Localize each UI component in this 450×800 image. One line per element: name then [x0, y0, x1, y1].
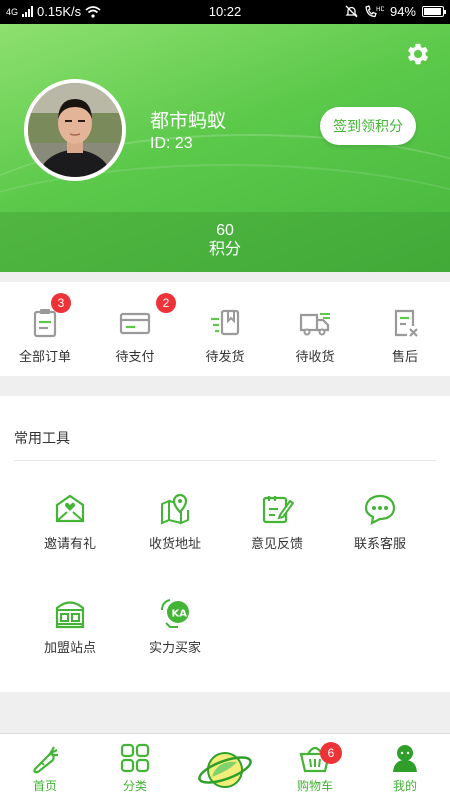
- hd-call-icon: HD: [365, 5, 384, 18]
- tool-address-label: 收货地址: [148, 536, 201, 551]
- truck-icon: [299, 313, 330, 336]
- feedback-icon: [262, 496, 294, 524]
- tab-mine[interactable]: 我的: [360, 734, 450, 800]
- tool-address[interactable]: 收货地址: [125, 492, 225, 552]
- points-panel[interactable]: 60 积分: [0, 212, 450, 272]
- order-to-ship[interactable]: 待发货: [180, 282, 270, 376]
- battery-percent: 94%: [389, 4, 416, 19]
- avatar[interactable]: [24, 79, 126, 181]
- divider: [14, 460, 436, 461]
- gift-envelope-icon: [55, 494, 85, 523]
- order-to-receive[interactable]: 待收货: [270, 282, 360, 376]
- planet-icon: [198, 752, 252, 788]
- tab-mine-label: 我的: [392, 779, 417, 793]
- tool-join-station-label: 加盟站点: [43, 640, 96, 655]
- status-bar: 4G 0.15K/s 10:22 HD 94%: [0, 0, 450, 24]
- common-tools-panel: 常用工具 邀请有礼 收货地址 意见反馈 联系客服 加盟站点 KA 实力买家: [0, 396, 450, 692]
- avatar-photo: [28, 83, 122, 177]
- tab-discover[interactable]: [180, 734, 270, 800]
- order-all-label: 全部订单: [18, 349, 71, 364]
- order-unpaid[interactable]: 待支付 2: [90, 282, 180, 376]
- return-icon: [394, 309, 418, 337]
- tools-title: 常用工具: [14, 430, 70, 446]
- tool-customer-service[interactable]: 联系客服: [330, 492, 430, 552]
- svg-text:HD: HD: [376, 6, 384, 13]
- user-id: ID: 23: [150, 135, 193, 152]
- settings-gear-icon[interactable]: [404, 40, 432, 68]
- points-value: 60: [216, 222, 234, 239]
- card-icon: [119, 312, 151, 335]
- profile-header: 都市蚂蚁 ID: 23 签到领积分 60 积分: [0, 24, 450, 272]
- sign-in-points-button[interactable]: 签到领积分: [320, 107, 416, 145]
- store-icon: [55, 601, 85, 629]
- svg-text:KA: KA: [172, 609, 188, 620]
- tool-invite[interactable]: 邀请有礼: [20, 492, 120, 552]
- order-all-badge: 3: [51, 293, 71, 313]
- tab-home-label: 首页: [32, 779, 57, 793]
- user-icon: [393, 745, 417, 772]
- order-unpaid-label: 待支付: [115, 349, 155, 364]
- tab-cart[interactable]: 购物车 6: [270, 734, 360, 800]
- tool-join-station[interactable]: 加盟站点: [20, 596, 120, 656]
- tab-home[interactable]: 首页: [0, 734, 90, 800]
- tool-feedback-label: 意见反馈: [250, 536, 303, 551]
- tool-customer-service-label: 联系客服: [353, 536, 406, 551]
- grid-icon: [120, 743, 150, 773]
- battery-icon: [422, 6, 446, 17]
- chat-icon: [364, 494, 396, 525]
- tab-cart-label: 购物车: [296, 779, 333, 793]
- order-after-sales[interactable]: 售后: [360, 282, 450, 376]
- book-shipping-icon: [211, 309, 240, 336]
- mute-bell-icon: [345, 5, 358, 18]
- order-after-sales-label: 售后: [391, 349, 418, 364]
- ka-badge-icon: KA: [161, 599, 189, 628]
- order-unpaid-badge: 2: [156, 293, 176, 313]
- tab-category[interactable]: 分类: [90, 734, 180, 800]
- tool-invite-label: 邀请有礼: [43, 536, 96, 551]
- map-pin-icon: [161, 493, 189, 525]
- tab-category-label: 分类: [122, 779, 147, 793]
- order-status-row: 全部订单 3 待支付 2 待发货 待收货 售后: [0, 282, 450, 376]
- order-to-ship-label: 待发货: [205, 349, 245, 364]
- points-label: 积分: [208, 241, 241, 258]
- order-all[interactable]: 全部订单 3: [0, 282, 90, 376]
- cart-badge: 6: [320, 742, 342, 764]
- carrot-icon: [33, 746, 58, 774]
- tool-feedback[interactable]: 意见反馈: [227, 492, 327, 552]
- tool-strong-buyer[interactable]: KA 实力买家: [125, 596, 225, 656]
- username: 都市蚂蚁: [150, 111, 227, 132]
- tool-strong-buyer-label: 实力买家: [148, 640, 201, 655]
- bottom-tab-bar: 首页 分类 购物车 6 我的: [0, 733, 450, 800]
- order-to-receive-label: 待收货: [295, 349, 335, 364]
